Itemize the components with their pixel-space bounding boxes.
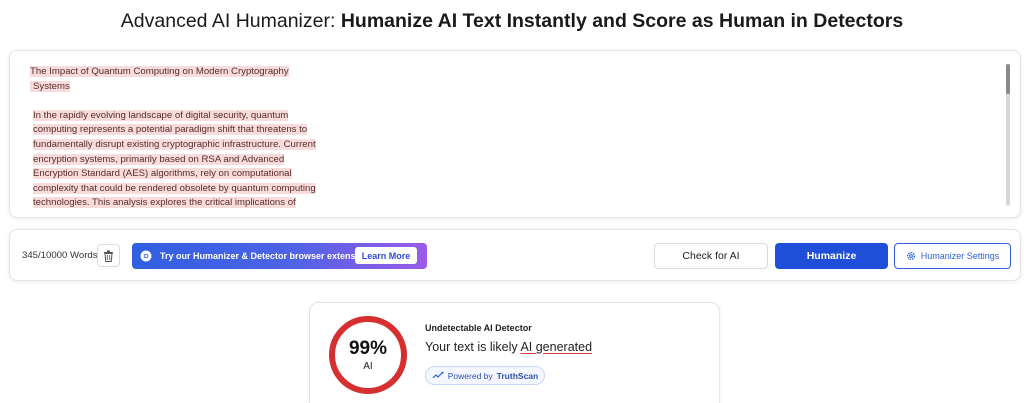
paragraph-line: computing represents a potential paradig… (33, 124, 308, 136)
detector-result-text: Your text is likely AI generated (425, 340, 592, 354)
paragraph-line: technologies. This analysis explores the… (33, 197, 296, 209)
detector-title: Undetectable AI Detector (425, 323, 532, 333)
document-paragraph: In the rapidly evolving landscape of dig… (30, 109, 350, 211)
ai-score-label: AI (363, 361, 373, 372)
paragraph-line: In the rapidly evolving landscape of dig… (33, 109, 289, 121)
ai-score-percent: 99% (348, 338, 388, 359)
page-title: Advanced AI Humanizer: Humanize AI Text … (0, 10, 1024, 33)
trash-icon (104, 250, 113, 262)
editor-scrollbar[interactable] (1006, 64, 1010, 206)
paragraph-line: complexity that could be rendered obsole… (33, 182, 316, 194)
chrome-icon (140, 250, 152, 262)
gear-icon (906, 251, 915, 261)
powered-by-badge[interactable]: Powered by TruthScan (425, 366, 545, 385)
document-title-line-2: Systems (30, 80, 70, 92)
detector-result-card: 99% AI Undetectable AI Detector Your tex… (309, 302, 720, 403)
document-title-line-1: The Impact of Quantum Computing on Moder… (30, 66, 289, 77)
humanize-button[interactable]: Humanize (775, 243, 888, 269)
scrollbar-thumb[interactable] (1006, 64, 1010, 94)
action-toolbar: 345/10000 Words Try our Humanizer & Dete… (9, 229, 1021, 281)
powered-by-brand: TruthScan (496, 370, 539, 381)
result-prefix: Your text is likely (425, 340, 518, 354)
sparkle-icon (432, 371, 444, 379)
extension-banner[interactable]: Try our Humanizer & Detector browser ext… (132, 243, 427, 269)
editor-content[interactable]: The Impact of Quantum Computing on Moder… (30, 65, 350, 211)
check-for-ai-button[interactable]: Check for AI (654, 243, 768, 269)
humanizer-settings-label: Humanizer Settings (920, 251, 1000, 261)
document-title: The Impact of Quantum Computing on Moder… (30, 65, 350, 94)
paragraph-line: Encryption Standard (AES) algorithms, re… (33, 168, 292, 180)
humanizer-settings-button[interactable]: Humanizer Settings (894, 243, 1011, 269)
result-verdict: AI generated (520, 340, 593, 354)
word-count: 345/10000 Words (22, 250, 98, 261)
paragraph-line: encryption systems, primarily based on R… (33, 153, 285, 165)
page-title-bold: Humanize AI Text Instantly and Score as … (340, 10, 904, 32)
powered-by-prefix: Powered by (447, 370, 493, 381)
clear-text-button[interactable] (97, 244, 120, 267)
extension-banner-text: Try our Humanizer & Detector browser ext… (160, 251, 370, 261)
learn-more-button[interactable]: Learn More (355, 247, 417, 264)
page-title-regular: Advanced AI Humanizer: (120, 10, 336, 32)
text-editor[interactable]: The Impact of Quantum Computing on Moder… (9, 50, 1021, 218)
paragraph-line: fundamentally disrupt existing cryptogra… (33, 138, 316, 150)
